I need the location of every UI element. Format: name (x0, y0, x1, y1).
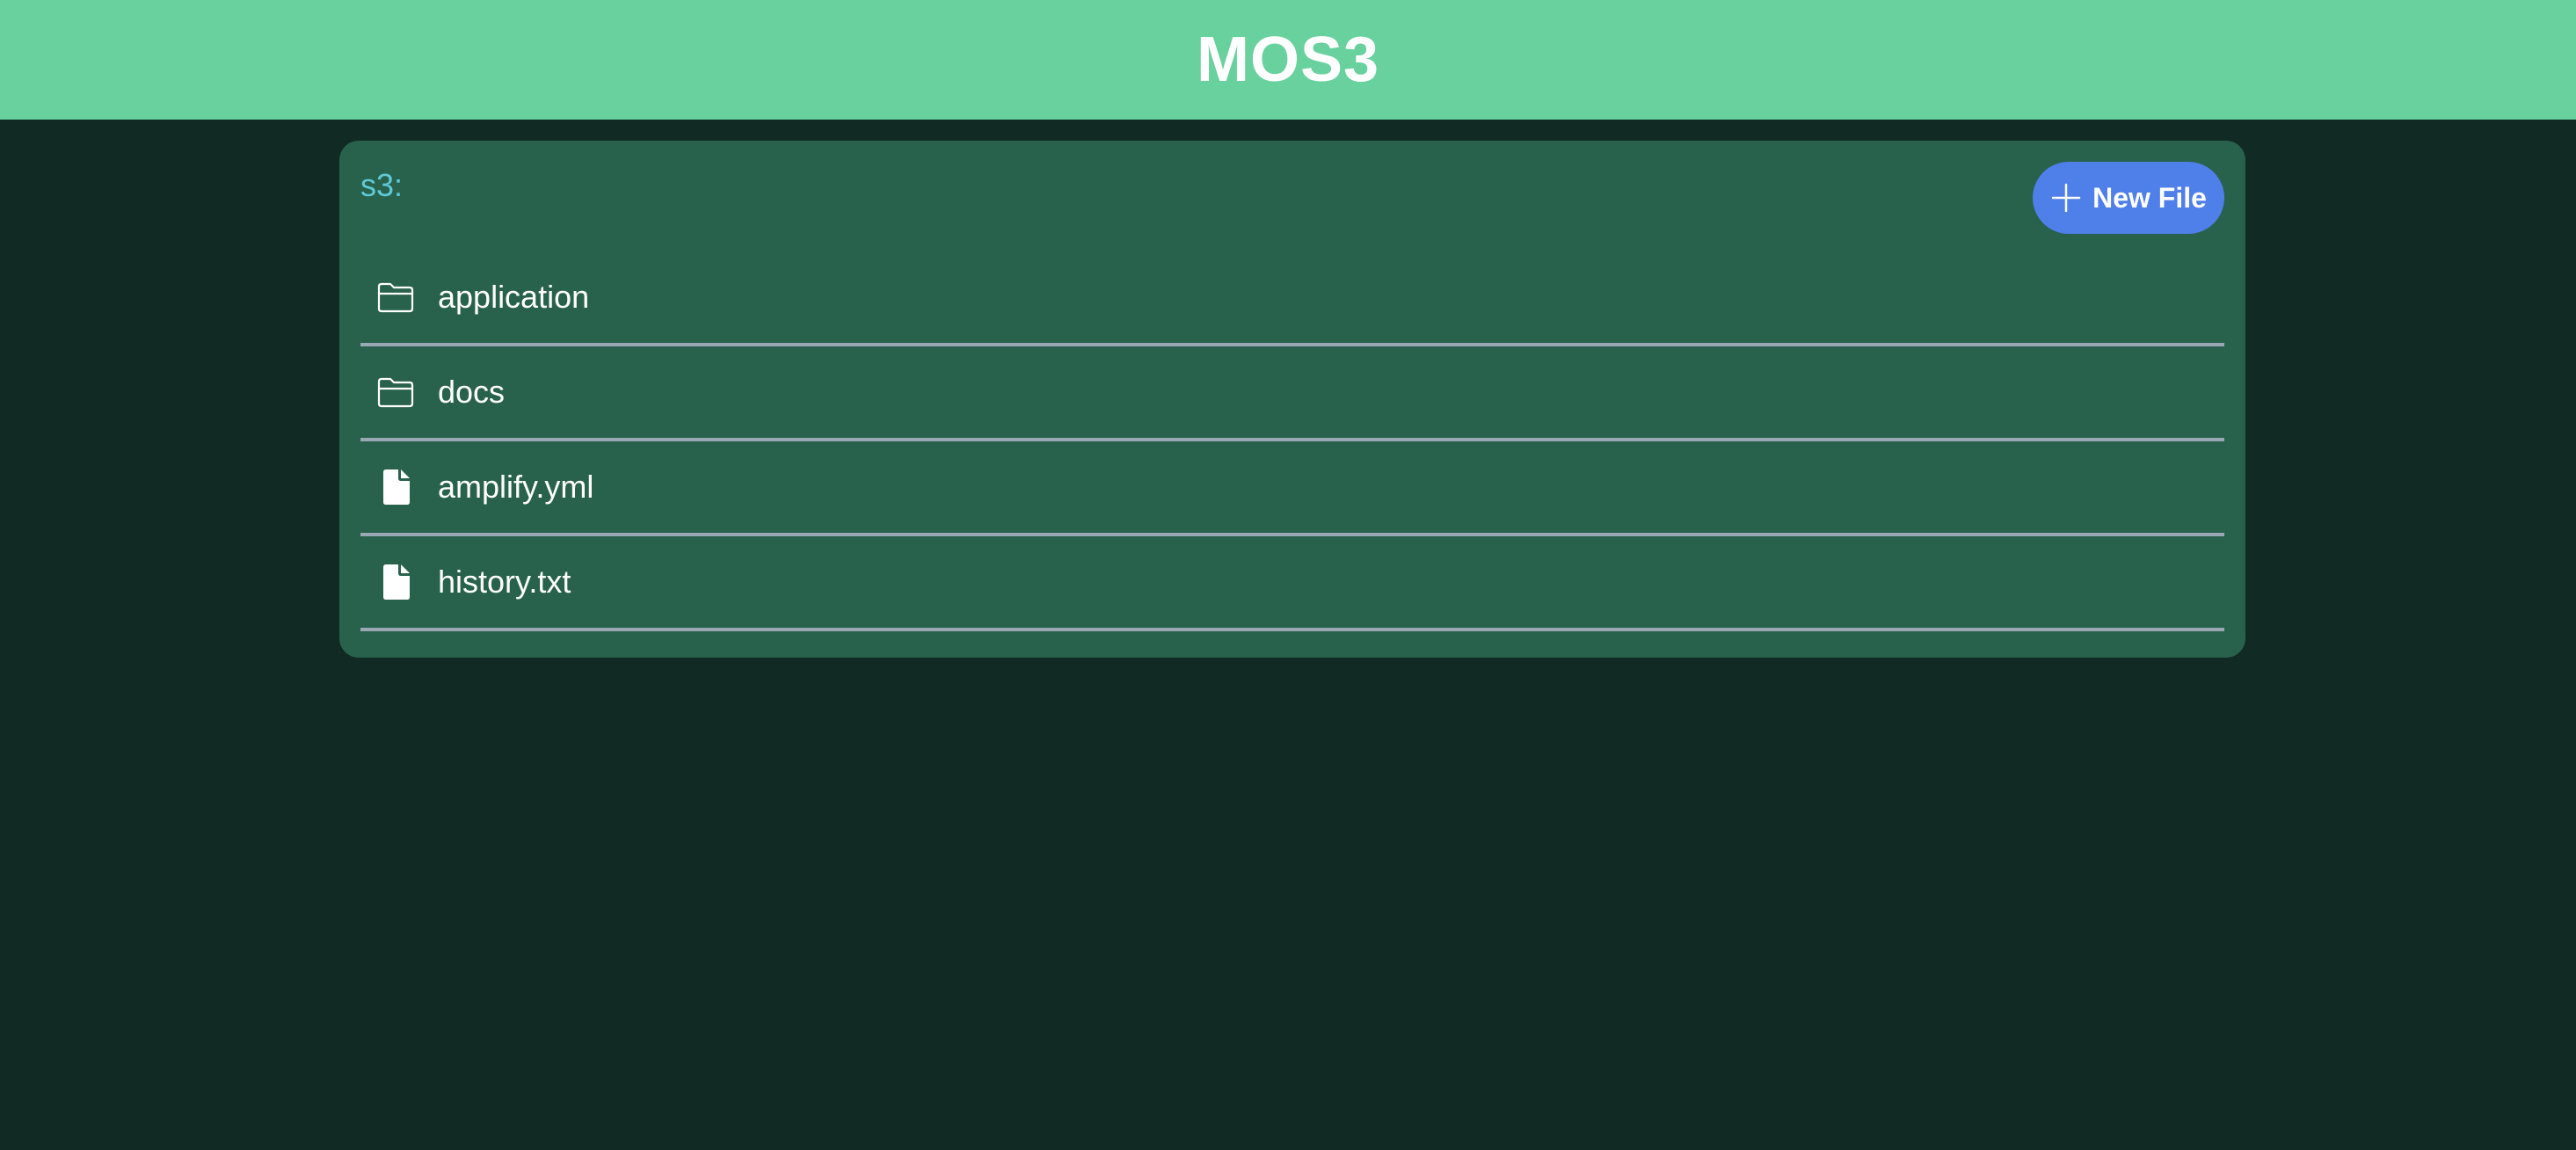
new-file-label: New File (2092, 181, 2207, 214)
app-header: MOS3 (0, 0, 2576, 120)
item-name: history.txt (438, 564, 571, 600)
list-item-amplify-yml[interactable]: amplify.yml (360, 441, 2224, 536)
file-icon (376, 468, 415, 506)
item-name: amplify.yml (438, 469, 594, 505)
file-icon (376, 563, 415, 601)
item-name: application (438, 279, 590, 315)
list-item-application[interactable]: application (360, 251, 2224, 346)
list-item-docs[interactable]: docs (360, 346, 2224, 441)
folder-icon (376, 278, 415, 317)
item-name: docs (438, 374, 506, 410)
new-file-button[interactable]: New File (2033, 162, 2224, 234)
current-path: s3: (360, 167, 404, 203)
file-list: application docs amplify.yml history.txt (360, 251, 2224, 631)
list-item-history-txt[interactable]: history.txt (360, 536, 2224, 631)
plus-icon (2050, 182, 2082, 214)
folder-icon (376, 373, 415, 411)
file-browser-panel: s3: New File application docs amplify.ym… (339, 141, 2245, 658)
app-title: MOS3 (1196, 25, 1380, 95)
